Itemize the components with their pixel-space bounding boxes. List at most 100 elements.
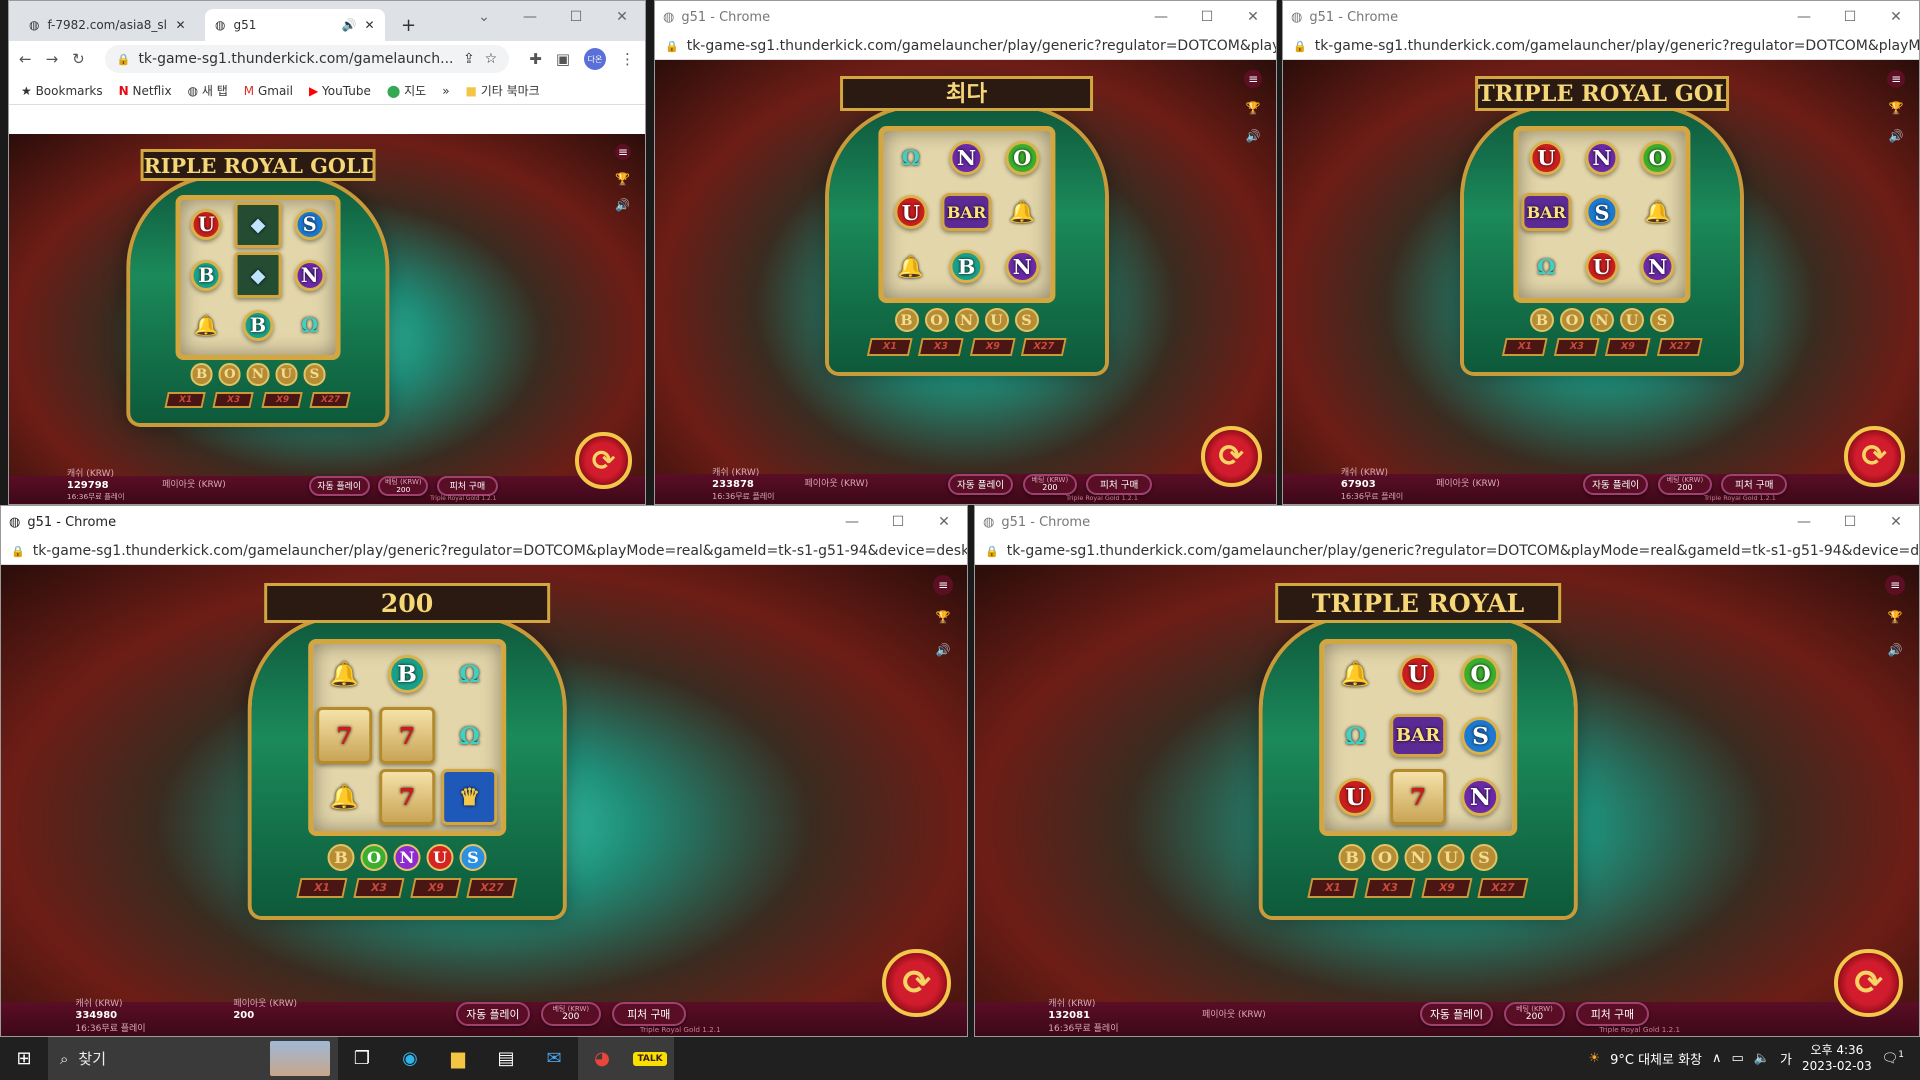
store-icon[interactable]: ▤ (482, 1037, 530, 1080)
sidepanel-icon[interactable]: ▣ (556, 50, 570, 68)
maximize-button[interactable]: ☐ (1184, 1, 1230, 33)
close-button[interactable]: ✕ (1230, 1, 1276, 33)
edge-icon[interactable]: ◉ (386, 1037, 434, 1080)
close-button[interactable]: ✕ (921, 506, 967, 538)
address-bar[interactable]: 🔒 tk-game-sg1.thunderkick.com/gamelaunche… (655, 33, 1276, 60)
spin-button[interactable]: ⟳ (882, 948, 951, 1018)
maximize-button[interactable]: ☐ (553, 1, 599, 41)
back-icon[interactable]: ← (19, 50, 32, 68)
close-button[interactable]: ✕ (1873, 1, 1919, 33)
minimize-button[interactable]: — (1781, 506, 1827, 538)
trophy-icon[interactable]: 🏆 (1885, 607, 1905, 627)
close-button[interactable]: ✕ (599, 1, 645, 41)
kakaotalk-icon[interactable]: TALK (626, 1037, 674, 1080)
bet-selector[interactable]: 베팅 (KRW) 200 (1504, 1002, 1565, 1026)
feature-buy-button[interactable]: 피처 구매 (437, 476, 498, 496)
share-icon[interactable]: ⇪ (463, 51, 475, 67)
game-area[interactable]: TRIPLE ROYAL 🔔 U O Ω BAR S U 7 N B O N U S X1 X3 X9 X27 ≡ … (975, 565, 1919, 1036)
spin-button[interactable]: ⟳ (1834, 948, 1903, 1018)
bookmark-gmail[interactable]: M Gmail (244, 84, 293, 98)
bookmark-bookmarks[interactable]: ★ Bookmarks (21, 84, 103, 98)
network-icon[interactable]: ▭ (1732, 1051, 1744, 1066)
weather-text[interactable]: 9°C 대체로 화창 (1610, 1049, 1702, 1068)
feature-buy-button[interactable]: 피처 구매 (1086, 474, 1152, 495)
forward-icon[interactable]: → (46, 50, 59, 68)
spin-button[interactable]: ⟳ (575, 432, 632, 489)
star-icon[interactable]: ☆ (485, 51, 498, 67)
reload-icon[interactable]: ↻ (72, 50, 85, 68)
close-button[interactable]: ✕ (1873, 506, 1919, 538)
bookmark-maps[interactable]: ⬤ 지도 (387, 82, 426, 99)
feature-buy-button[interactable]: 피처 구매 (1721, 474, 1788, 495)
minimize-button[interactable]: — (1138, 1, 1184, 33)
game-area[interactable]: RIPLE ROYAL GOLD U ◆ S B ◆ N 🔔 B Ω B O N U S X1 X3 X9 X27 … (9, 134, 645, 504)
spin-button[interactable]: ⟳ (1200, 426, 1262, 488)
menu-icon[interactable]: ≡ (1887, 70, 1905, 88)
autoplay-button[interactable]: 자동 플레이 (1582, 474, 1649, 495)
tab-first[interactable]: ◍ f-7982.com/asia8_slo ✕ (19, 9, 199, 41)
ime-indicator[interactable]: 가 (1780, 1049, 1792, 1068)
autoplay-button[interactable]: 자동 플레이 (1419, 1002, 1494, 1026)
bookmarks-more[interactable]: » (442, 84, 449, 98)
bet-selector[interactable]: 베팅 (KRW) 200 (378, 476, 429, 496)
address-bar[interactable]: 🔒 tk-game-sg1.thunderkick.com/gamelaunche… (1, 538, 967, 565)
address-bar[interactable]: 🔒 tk-game-sg1.thunderkick.com/gamelaunch… (104, 45, 510, 73)
speaker-icon[interactable]: 🔊 (341, 18, 356, 32)
profile-avatar[interactable]: 다온 (584, 48, 606, 70)
menu-icon[interactable]: ≡ (1885, 575, 1905, 595)
extensions-icon[interactable]: ✚ (529, 50, 542, 68)
bet-selector[interactable]: 베팅 (KRW) 200 (1658, 474, 1712, 495)
menu-icon[interactable]: ⋮ (620, 50, 635, 68)
maximize-button[interactable]: ☐ (1827, 506, 1873, 538)
tab-search-icon[interactable]: ⌄ (461, 1, 507, 41)
autoplay-button[interactable]: 자동 플레이 (308, 476, 370, 496)
sound-icon[interactable]: 🔊 (1887, 128, 1905, 146)
close-icon[interactable]: ✕ (364, 18, 374, 32)
trophy-icon[interactable]: 🏆 (1244, 99, 1262, 117)
close-icon[interactable]: ✕ (175, 18, 185, 32)
feature-buy-button[interactable]: 피처 구매 (1575, 1002, 1650, 1026)
bookmark-youtube[interactable]: ▶ YouTube (309, 84, 371, 98)
clock[interactable]: 오후 4:36 2023-02-03 (1802, 1043, 1872, 1074)
address-bar[interactable]: 🔒 tk-game-sg1.thunderkick.com/gamelaunche… (975, 538, 1919, 565)
game-area[interactable]: 200 🔔 B Ω 7 7 Ω 🔔 7 ♛ B O N U S X1 X3 X9 X27 ≡ 🏆 🔊 ⟳ 캐쉬 (KR… (1, 565, 967, 1036)
spin-button[interactable]: ⟳ (1843, 426, 1905, 488)
autoplay-button[interactable]: 자동 플레이 (455, 1002, 530, 1026)
sound-icon[interactable]: 🔊 (933, 640, 953, 660)
minimize-button[interactable]: — (1781, 1, 1827, 33)
minimize-button[interactable]: — (507, 1, 553, 41)
weather-icon[interactable]: ☀ (1588, 1051, 1600, 1066)
menu-icon[interactable]: ≡ (1244, 70, 1262, 88)
tray-expand-icon[interactable]: ∧ (1712, 1051, 1722, 1066)
windows-start-icon[interactable]: ⊞ (0, 1037, 48, 1080)
taskbar-search[interactable]: ⌕ 찾기 (48, 1037, 338, 1080)
maximize-button[interactable]: ☐ (875, 506, 921, 538)
menu-icon[interactable]: ≡ (614, 144, 631, 161)
bookmark-new-tab[interactable]: ◍ 새 탭 (188, 82, 228, 99)
task-view-icon[interactable]: ❐ (338, 1037, 386, 1080)
game-area[interactable]: 최다 Ω N O U BAR 🔔 🔔 B N B O N U S X1 X3 X9 X27 ≡ 🏆 🔊 ⟳ 캐쉬 (K… (655, 60, 1276, 504)
autoplay-button[interactable]: 자동 플레이 (947, 474, 1014, 495)
sound-icon[interactable]: 🔊 (1885, 640, 1905, 660)
new-tab-button[interactable]: + (391, 9, 426, 41)
sound-icon[interactable]: 🔊 (1244, 128, 1262, 146)
minimize-button[interactable]: — (829, 506, 875, 538)
speaker-tray-icon[interactable]: 🔈 (1754, 1051, 1770, 1066)
feature-buy-button[interactable]: 피처 구매 (611, 1002, 686, 1026)
maximize-button[interactable]: ☐ (1827, 1, 1873, 33)
address-bar[interactable]: 🔒 tk-game-sg1.thunderkick.com/gamelaunche… (1283, 33, 1919, 60)
sound-icon[interactable]: 🔊 (615, 197, 631, 213)
bet-selector[interactable]: 베팅 (KRW) 200 (540, 1002, 602, 1026)
mail-icon[interactable]: ✉ (530, 1037, 578, 1080)
trophy-icon[interactable]: 🏆 (933, 607, 953, 627)
notification-icon[interactable]: 🗨1 (1882, 1050, 1904, 1066)
bookmark-netflix[interactable]: N Netflix (119, 84, 172, 98)
bet-selector[interactable]: 베팅 (KRW) 200 (1023, 474, 1077, 495)
tab-active[interactable]: ◍ g51 🔊 ✕ (205, 9, 385, 41)
bookmark-other[interactable]: ■ 기타 북마크 (466, 82, 540, 99)
trophy-icon[interactable]: 🏆 (615, 171, 631, 187)
file-explorer-icon[interactable]: ▆ (434, 1037, 482, 1080)
chrome-taskbar-icon[interactable]: ◕ (578, 1037, 626, 1080)
trophy-icon[interactable]: 🏆 (1887, 99, 1905, 117)
game-area[interactable]: TRIPLE ROYAL GOLD U N O BAR S 🔔 Ω U N B O N U S X1 X3 X9 X… (1283, 60, 1919, 504)
